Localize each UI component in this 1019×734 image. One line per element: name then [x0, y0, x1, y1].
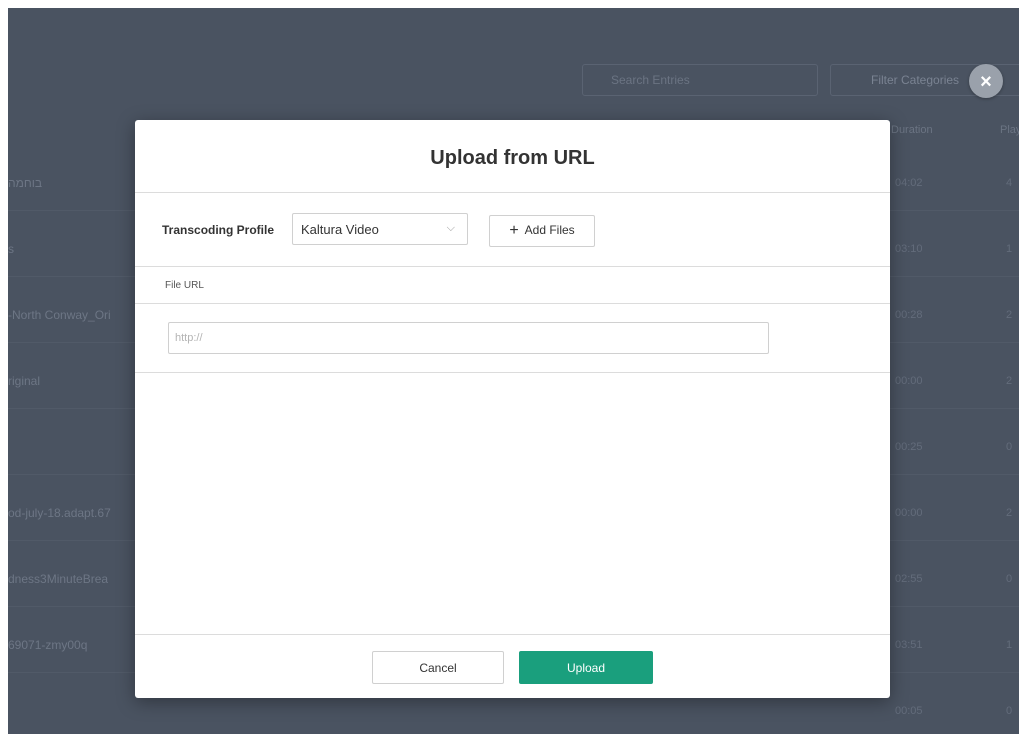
background-row-name: -North Conway_Ori — [8, 308, 111, 322]
background-search-input: Search Entries — [582, 64, 818, 96]
cancel-button[interactable]: Cancel — [372, 651, 504, 684]
transcoding-profile-label: Transcoding Profile — [162, 223, 275, 237]
background-column-plays: Plays — [1000, 124, 1019, 136]
background-row-plays: 1 — [1006, 639, 1013, 651]
transcoding-profile-select[interactable]: Kaltura Video ⌵ — [292, 213, 468, 245]
background-row-plays: 1 — [1006, 243, 1013, 255]
background-row-duration: 00:25 — [895, 441, 923, 453]
background-row-name: 69071-zmy00q — [8, 638, 88, 652]
background-row-duration: 00:00 — [895, 375, 923, 387]
dialog-toolbar: Transcoding Profile Kaltura Video ⌵ + Add… — [135, 193, 890, 267]
background-row-duration: 00:28 — [895, 309, 923, 321]
background-row-duration: 00:00 — [895, 507, 923, 519]
background-row-name: riginal — [8, 374, 41, 388]
background-row-plays: 4 — [1006, 177, 1013, 189]
background-row-name: בוחמה — [8, 176, 43, 190]
upload-button[interactable]: Upload — [519, 651, 653, 684]
background-row-name: od-july-18.adapt.67 — [8, 506, 111, 520]
background-row-name: dness3MinuteBrea — [8, 572, 109, 586]
dialog-title: Upload from URL — [135, 120, 890, 193]
file-url-column-header: File URL — [135, 267, 890, 304]
close-icon[interactable]: × — [969, 64, 1003, 98]
plus-icon: + — [509, 222, 519, 239]
upload-from-url-dialog: Upload from URL Transcoding Profile Kalt… — [135, 120, 890, 698]
add-files-label: Add Files — [524, 223, 575, 237]
background-column-duration: Duration — [891, 124, 933, 136]
add-files-button[interactable]: + Add Files — [489, 215, 595, 247]
background-row-duration: 03:51 — [895, 639, 923, 651]
background-row-duration: 02:55 — [895, 573, 923, 585]
app-backdrop: Search Entries Filter Categories Duratio… — [8, 8, 1019, 734]
background-row-duration: 04:02 — [895, 177, 923, 189]
file-url-row — [135, 304, 890, 373]
background-row-plays: 0 — [1006, 441, 1013, 453]
chevron-down-icon: ⌵ — [446, 222, 455, 234]
transcoding-profile-value: Kaltura Video — [301, 222, 379, 237]
file-url-input[interactable] — [168, 322, 769, 354]
file-url-header-label: File URL — [165, 280, 204, 291]
background-row-plays: 0 — [1006, 573, 1013, 585]
dialog-footer: Cancel Upload — [135, 634, 890, 698]
background-row-name: s — [8, 242, 14, 256]
background-row-duration: 00:05 — [895, 705, 923, 717]
background-row-plays: 2 — [1006, 375, 1013, 387]
background-row-plays: 0 — [1006, 705, 1013, 717]
background-row-plays: 2 — [1006, 507, 1013, 519]
background-row-duration: 03:10 — [895, 243, 923, 255]
background-row-plays: 2 — [1006, 309, 1013, 321]
